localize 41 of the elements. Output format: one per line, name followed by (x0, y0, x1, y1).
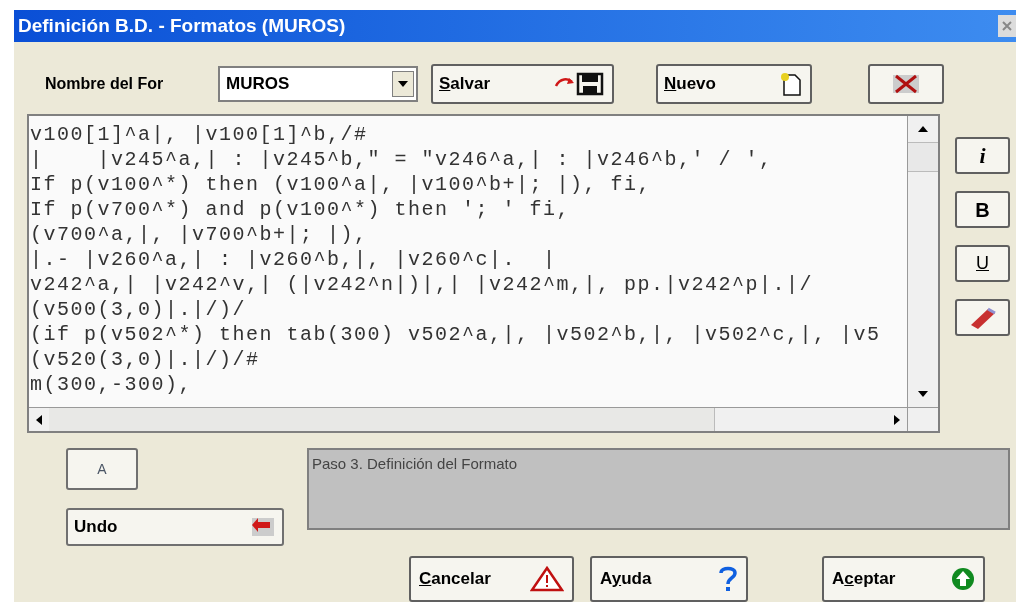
delete-x-icon (891, 73, 921, 95)
horizontal-scrollbar[interactable] (29, 407, 938, 431)
help-button[interactable]: Ayuda (590, 556, 748, 602)
italic-button[interactable]: i (955, 137, 1010, 174)
code-line: (v500(3,0)|.|/)/ (30, 297, 248, 322)
save-button[interactable]: Salvar (431, 64, 614, 104)
bold-button[interactable]: B (955, 191, 1010, 228)
format-name-label: Nombre del For (45, 74, 165, 94)
warning-icon (530, 566, 564, 592)
code-editor[interactable] (27, 114, 940, 433)
code-line: m(300,-300), (30, 372, 194, 397)
scrollbar-thumb[interactable] (49, 408, 715, 431)
code-line: | |v245^a,| : |v245^b," = "v246^a,| : |v246^b,' / ', (30, 147, 774, 172)
undo-button[interactable]: Undo (66, 508, 284, 546)
code-line: (if p(v502^*) then tab(300) v502^a,|, |v502^b,|, |v502^c,|, |v5 (30, 322, 882, 347)
cancel-button[interactable]: Cancelar (409, 556, 574, 602)
scrollbar-thumb[interactable] (908, 142, 938, 172)
new-button[interactable]: Nuevo (656, 64, 812, 104)
code-line: v242^a,| |v242^v,| (|v242^n|)|,| |v242^m,|, pp.|v242^p|.|/ (30, 272, 815, 297)
code-line: (v700^a,|, |v700^b+|; |), (30, 222, 369, 247)
eraser-button[interactable] (955, 299, 1010, 336)
new-document-icon (778, 71, 804, 97)
scroll-up-icon[interactable] (918, 126, 928, 132)
font-button[interactable]: A (66, 448, 138, 490)
scroll-down-icon[interactable] (918, 391, 928, 397)
underline-button[interactable]: U (955, 245, 1010, 282)
code-line: If p(v100^*) then (v100^a|, |v100^b+|; |), fi, (30, 172, 653, 197)
code-line: |.- |v260^a,| : |v260^b,|, |v260^c|. | (30, 247, 558, 272)
code-line: v100[1]^a|, |v100[1]^b,/# (30, 122, 369, 147)
close-icon (1002, 21, 1012, 31)
status-message: Paso 3. Definición del Formato (307, 448, 1010, 530)
help-icon (718, 565, 738, 593)
window-title: Definición B.D. - Formatos (MUROS) (18, 13, 346, 38)
code-line: If p(v700^*) and p(v100^*) then '; ' fi, (30, 197, 572, 222)
format-name-dropdown[interactable]: MUROS (218, 66, 418, 102)
accept-button[interactable]: Aceptar (822, 556, 985, 602)
delete-button[interactable] (868, 64, 944, 104)
code-line: (v520(3,0)|.|/)/# (30, 347, 261, 372)
close-button[interactable] (998, 15, 1016, 37)
vertical-scrollbar[interactable] (907, 116, 938, 407)
save-disk-icon (554, 72, 606, 96)
